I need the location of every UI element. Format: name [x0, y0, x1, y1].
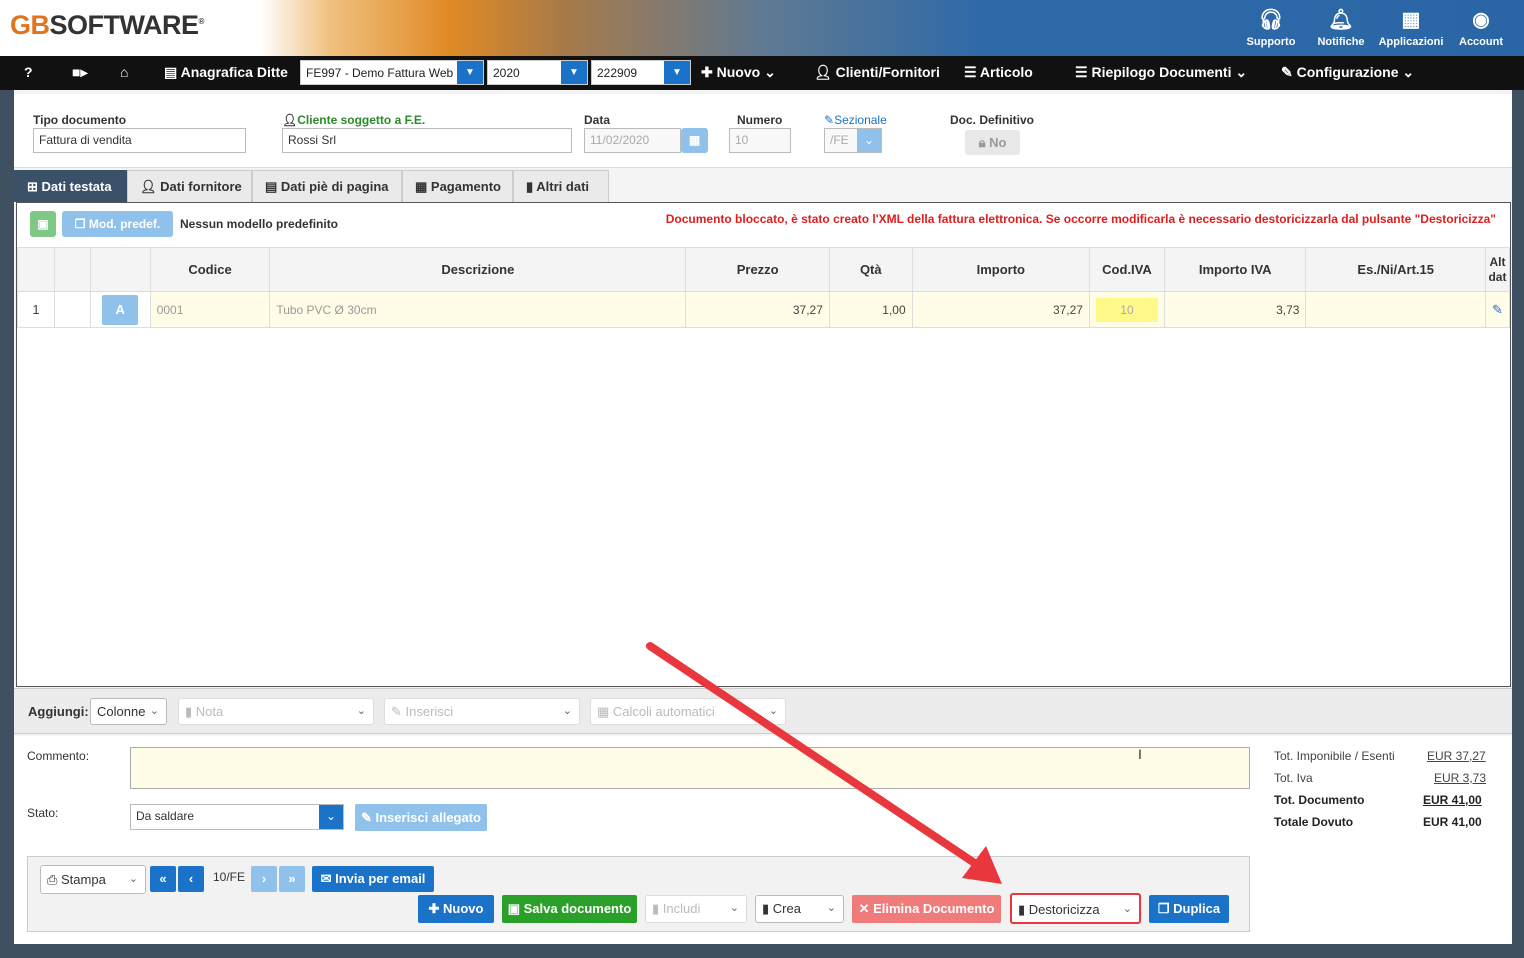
annotation-arrow [646, 642, 1002, 884]
